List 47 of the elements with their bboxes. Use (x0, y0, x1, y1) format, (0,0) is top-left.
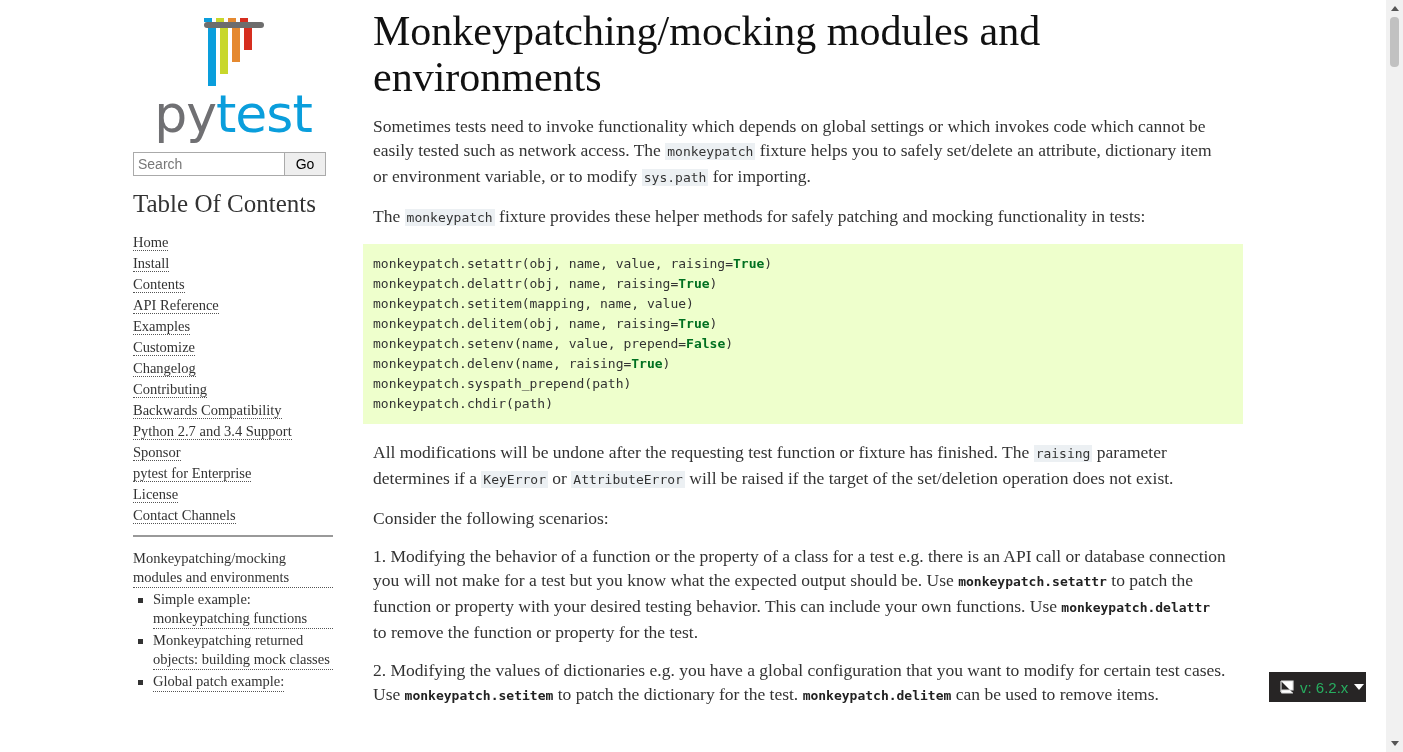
toc-link[interactable]: pytest for Enterprise (133, 465, 252, 482)
bullet-icon (138, 639, 143, 644)
book-icon (1278, 680, 1294, 694)
toc-link[interactable]: Examples (133, 318, 191, 335)
toc-link[interactable]: Install (133, 255, 170, 272)
bullet-icon (138, 680, 143, 685)
toc-link[interactable]: Python 2.7 and 3.4 Support (133, 423, 292, 440)
search-field[interactable]: Search (133, 152, 285, 176)
toc-link[interactable]: Monkeypatching/mocking modules and environments (133, 549, 333, 588)
paragraph: Consider the following scenarios: (373, 507, 610, 530)
code-line: monkeypatch.syspath_prepend(path) (373, 375, 633, 393)
scroll-down-icon[interactable] (1390, 741, 1399, 746)
code-line: monkeypatch.setattr(obj, name, value, raising=True) (373, 255, 774, 273)
version-badge[interactable]: v: 6.2.x (1269, 672, 1366, 702)
paragraph: 1. Modifying the behavior of a function or the property of a class for a test e.g. there is an API call or database connection you will not make for a test but you know what the expected output should be. Use monkeypatch.setattr to patch the function or property with your desired testing behavior. This can include your own functions. Use monkeypatch.delattr to remove the function or property for the test. (373, 545, 1227, 644)
page-title: Monkeypatching/mocking modules and environments (373, 8, 1042, 100)
code-line: monkeypatch.setitem(mapping, name, value) (373, 295, 695, 313)
toc-heading: Table Of Contents (133, 190, 317, 218)
toc-link[interactable]: Simple example: monkeypatching functions (153, 590, 333, 629)
toc-link[interactable]: Contributing (133, 381, 208, 398)
logo-text[interactable]: pytest (154, 86, 312, 142)
toc-link[interactable]: License (133, 486, 179, 503)
paragraph: 2. Modifying the values of dictionaries e.g. you have a global configuration that you want to modify for certain test cases. Use monkeypatch.setitem to patch the dictionary for the test. monkeypatch.delitem can be used to remove items. (373, 659, 1227, 706)
bullet-icon (138, 598, 143, 603)
caret-icon (1354, 684, 1365, 690)
scrollbar[interactable] (1386, 0, 1403, 752)
toc-link[interactable]: Sponsor (133, 444, 181, 461)
paragraph: All modifications will be undone after the requesting test function or fixture has finished. The raising parameter determines if a KeyError or AttributeError will be raised if the target of the set/deletion operation does not exist. (373, 441, 1175, 490)
paragraph: The monkeypatch fixture provides these helper methods for safely patching and mocking functionality in tests: (373, 205, 1147, 228)
code-line: monkeypatch.setenv(name, value, prepend=False) (373, 335, 735, 353)
go-button[interactable]: Go (285, 152, 326, 176)
toc-link[interactable]: Contact Channels (133, 507, 236, 524)
paragraph: Sometimes tests need to invoke functionality which depends on global settings or which invokes code which cannot be easily tested such as network access. The monkeypatch fixture helps you to safely set/delete an attribute, dictionary item or environment variable, or to modify sys.path for importing. (373, 115, 1213, 188)
toc-link[interactable]: Customize (133, 339, 196, 356)
toc-link[interactable]: API Reference (133, 297, 219, 314)
toc-link[interactable]: Global patch example: (153, 672, 285, 692)
toc-link[interactable]: Monkeypatching returned objects: building mock classes (153, 631, 333, 670)
toc-link[interactable]: Backwards Compatibility (133, 402, 282, 419)
code-line: monkeypatch.delitem(obj, name, raising=True) (373, 315, 719, 333)
code-line: monkeypatch.delenv(name, raising=True) (373, 355, 672, 373)
code-line: monkeypatch.chdir(path) (373, 395, 554, 413)
scrollbar-thumb[interactable] (1390, 17, 1399, 67)
toc-link[interactable]: Home (133, 234, 169, 251)
toc-link[interactable]: Changelog (133, 360, 196, 377)
scroll-up-icon[interactable] (1390, 6, 1399, 11)
code-line: monkeypatch.delattr(obj, name, raising=True) (373, 275, 719, 293)
toc-link[interactable]: Contents (133, 276, 185, 293)
